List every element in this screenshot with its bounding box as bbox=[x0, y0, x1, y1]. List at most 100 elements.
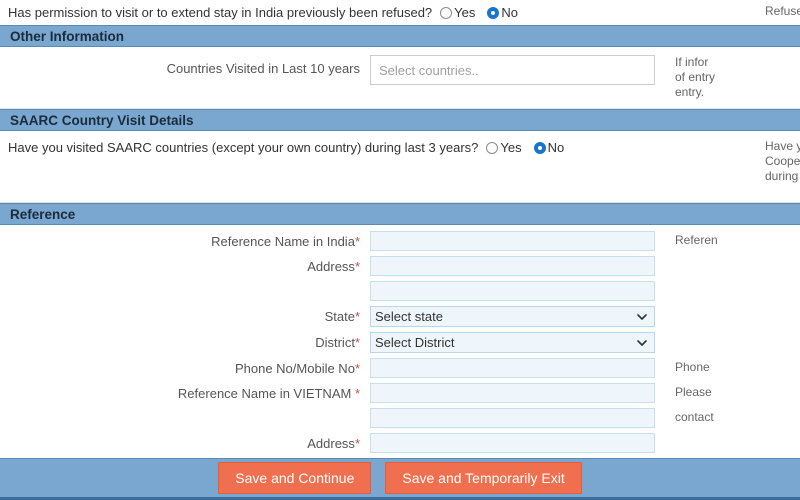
reference-field-label: Address* bbox=[0, 433, 370, 452]
reference-field-help: contact bbox=[665, 408, 800, 425]
reference-row: Reference Name in VIETNAM * Please bbox=[0, 383, 800, 403]
spacer bbox=[0, 100, 800, 108]
reference-row: Phone No/Mobile No* Phone bbox=[0, 358, 800, 378]
refusal-radio-yes[interactable]: Yes bbox=[440, 5, 475, 20]
radio-circle-checked-icon[interactable] bbox=[534, 142, 546, 154]
reference-row: Reference Name in India* Referen bbox=[0, 231, 800, 251]
reference-text-input[interactable] bbox=[370, 256, 655, 276]
help-line-3: entry. bbox=[675, 85, 800, 100]
spacer bbox=[0, 188, 800, 202]
saarc-question-main: Have you visited SAARC countries (except… bbox=[8, 139, 765, 156]
radio-circle-icon[interactable] bbox=[440, 7, 452, 19]
reference-field-cell bbox=[370, 281, 665, 301]
saarc-help-wrap: Have y Cooper during bbox=[765, 139, 800, 184]
reference-field-help-text: Referen bbox=[675, 233, 718, 247]
required-asterisk: * bbox=[355, 335, 360, 350]
reference-row: Address* bbox=[0, 256, 800, 276]
reference-text-input[interactable] bbox=[370, 358, 655, 378]
reference-field-help-text: Phone bbox=[675, 360, 710, 374]
reference-field-label-text: State bbox=[325, 309, 355, 324]
reference-field-cell: Select state bbox=[370, 306, 665, 327]
reference-field-label-text: Reference Name in India bbox=[211, 234, 355, 249]
reference-field-help: Referen bbox=[665, 231, 800, 248]
reference-text-input[interactable] bbox=[370, 408, 655, 428]
reference-text-input[interactable] bbox=[370, 281, 655, 301]
help-line-3: during bbox=[765, 169, 800, 184]
reference-field-help: Please bbox=[665, 383, 800, 400]
reference-field-help bbox=[665, 281, 800, 283]
saarc-radio-no[interactable]: No bbox=[534, 140, 565, 155]
countries-visited-label: Countries Visited in Last 10 years bbox=[0, 55, 370, 77]
visa-application-form-page: Has permission to visit or to extend sta… bbox=[0, 0, 800, 500]
chevron-down-icon[interactable] bbox=[637, 312, 647, 322]
save-and-temporarily-exit-button[interactable]: Save and Temporarily Exit bbox=[385, 462, 581, 494]
reference-field-label: Reference Name in India* bbox=[0, 231, 370, 250]
saarc-radio-group[interactable]: Yes No bbox=[486, 140, 572, 155]
section-header-other-information: Other Information bbox=[0, 25, 800, 47]
reference-select-value: Select state bbox=[375, 309, 443, 324]
reference-field-label-text: District bbox=[315, 335, 355, 350]
refusal-radio-yes-label: Yes bbox=[454, 5, 475, 20]
reference-field-label-text: Address bbox=[307, 436, 355, 451]
row-countries-visited: Countries Visited in Last 10 years Selec… bbox=[0, 55, 800, 100]
help-line-2: Cooper bbox=[765, 154, 800, 169]
required-asterisk: * bbox=[355, 436, 360, 451]
reference-select[interactable]: Select District bbox=[370, 332, 655, 353]
countries-visited-label-text: Countries Visited in Last 10 years bbox=[167, 61, 360, 76]
reference-field-label: Address* bbox=[0, 256, 370, 275]
reference-field-cell bbox=[370, 256, 665, 276]
reference-field-cell bbox=[370, 231, 665, 251]
help-line-1: If infor bbox=[675, 55, 800, 70]
saarc-question-text: Have you visited SAARC countries (except… bbox=[8, 139, 478, 156]
required-asterisk: * bbox=[355, 386, 360, 401]
refusal-radio-group[interactable]: Yes No bbox=[440, 5, 526, 20]
reference-field-label: State* bbox=[0, 306, 370, 325]
countries-visited-input[interactable]: Select countries.. bbox=[370, 55, 655, 85]
refusal-question-text: Has permission to visit or to extend sta… bbox=[8, 4, 432, 21]
reference-field-cell bbox=[370, 408, 665, 428]
spacer bbox=[0, 47, 800, 55]
saarc-radio-yes[interactable]: Yes bbox=[486, 140, 521, 155]
refusal-help-label: Refuse bbox=[765, 4, 800, 18]
reference-field-label: Phone No/Mobile No* bbox=[0, 358, 370, 377]
required-asterisk: * bbox=[355, 309, 360, 324]
save-and-continue-button[interactable]: Save and Continue bbox=[218, 462, 371, 494]
reference-field-cell bbox=[370, 433, 665, 453]
help-line-1: Have y bbox=[765, 139, 800, 154]
reference-field-help-text: contact bbox=[675, 410, 714, 424]
reference-row: District* Select District bbox=[0, 332, 800, 353]
reference-text-input[interactable] bbox=[370, 433, 655, 453]
question-row-saarc: Have you visited SAARC countries (except… bbox=[0, 131, 800, 188]
reference-field-label: Reference Name in VIETNAM * bbox=[0, 383, 370, 402]
reference-field-label-text: Reference Name in VIETNAM bbox=[178, 386, 355, 401]
question-row-refusal: Has permission to visit or to extend sta… bbox=[0, 0, 800, 25]
refusal-radio-no[interactable]: No bbox=[487, 5, 518, 20]
countries-visited-field-cell: Select countries.. bbox=[370, 55, 665, 85]
saarc-help: Have y Cooper during bbox=[765, 139, 800, 184]
countries-visited-placeholder: Select countries.. bbox=[379, 63, 479, 78]
chevron-down-icon[interactable] bbox=[637, 338, 647, 348]
reference-select[interactable]: Select state bbox=[370, 306, 655, 327]
reference-text-input[interactable] bbox=[370, 231, 655, 251]
radio-circle-checked-icon[interactable] bbox=[487, 7, 499, 19]
reference-field-help: Phone bbox=[665, 358, 800, 375]
reference-field-label: District* bbox=[0, 332, 370, 351]
reference-field-cell: Select District bbox=[370, 332, 665, 353]
required-asterisk: * bbox=[355, 234, 360, 249]
reference-field-help bbox=[665, 306, 800, 308]
reference-row bbox=[0, 281, 800, 301]
reference-field-label-text: Phone No/Mobile No bbox=[235, 361, 355, 376]
reference-field-label-text: Address bbox=[307, 259, 355, 274]
reference-field-help bbox=[665, 433, 800, 435]
required-asterisk: * bbox=[355, 259, 360, 274]
reference-field-label bbox=[0, 281, 370, 284]
refusal-radio-no-label: No bbox=[501, 5, 518, 20]
countries-visited-help-wrap: If infor of entry entry. bbox=[675, 55, 800, 100]
section-header-saarc: SAARC Country Visit Details bbox=[0, 109, 800, 131]
reference-text-input[interactable] bbox=[370, 383, 655, 403]
reference-select-value: Select District bbox=[375, 335, 454, 350]
reference-row: State* Select state bbox=[0, 306, 800, 327]
radio-circle-icon[interactable] bbox=[486, 142, 498, 154]
saarc-radio-no-label: No bbox=[548, 140, 565, 155]
reference-field-help-text: Please bbox=[675, 385, 712, 399]
